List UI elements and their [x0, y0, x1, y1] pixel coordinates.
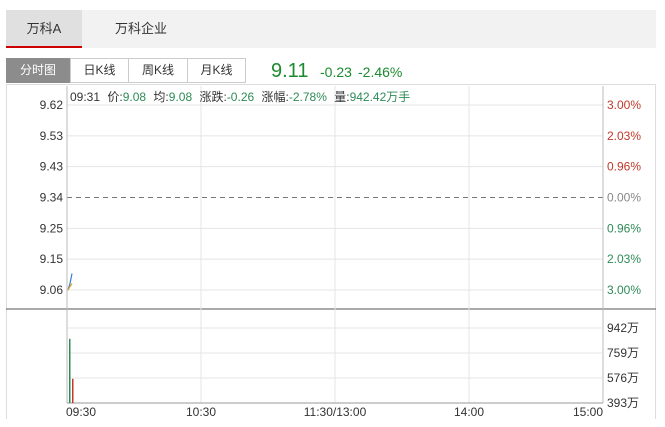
- volume-tick-label: 576万: [607, 371, 639, 385]
- time-tick-label: 15:00: [573, 405, 603, 419]
- time-tick-label: 14:00: [454, 405, 484, 419]
- info-avg-value: 9.08: [169, 90, 193, 104]
- time-tick-label: 11:30/13:00: [304, 405, 367, 419]
- info-change-label: 涨跌:: [199, 89, 226, 104]
- info-pct-label: 涨幅:: [262, 89, 289, 104]
- chart-grid: [6, 86, 656, 404]
- info-volume-label: 量:: [334, 90, 349, 104]
- info-avg-label: 均:: [153, 90, 168, 104]
- volume-axis: 942万 759万 576万 393万: [607, 321, 639, 410]
- info-pct-value: -2.78%: [289, 90, 327, 104]
- pct-tick-label: 3.00%: [607, 98, 641, 112]
- info-price-value: 9.08: [123, 90, 147, 104]
- volume-bar: [72, 378, 74, 403]
- volume-bar: [69, 338, 71, 403]
- pct-tick-label: 3.00%: [607, 283, 641, 297]
- pct-tick-label: 0.00%: [607, 191, 641, 205]
- time-tick-label: 10:30: [186, 405, 216, 419]
- info-volume-value: 942.42万手: [350, 90, 411, 104]
- info-time: 09:31: [70, 90, 100, 104]
- pct-axis: 3.00% 2.03% 0.96% 0.00% 0.96% 2.03% 3.00%: [607, 98, 641, 297]
- volume-bars: [69, 338, 74, 403]
- pct-tick-label: 2.03%: [607, 252, 641, 266]
- time-tick-label: 09:30: [66, 405, 96, 419]
- info-bar: 09:31 价:9.08 均:9.08 涨跌:-0.26 涨幅:-2.78% 量…: [70, 89, 410, 104]
- pct-tick-label: 0.96%: [607, 221, 641, 235]
- volume-tick-label: 759万: [607, 346, 639, 360]
- price-tick-label: 9.43: [40, 160, 64, 174]
- price-tick-label: 9.34: [40, 191, 64, 205]
- price-axis: 9.62 9.53 9.43 9.34 9.25 9.15 9.06: [40, 98, 64, 297]
- price-tick-label: 9.15: [40, 252, 64, 266]
- pct-tick-label: 2.03%: [607, 129, 641, 143]
- info-change-value: -0.26: [227, 90, 255, 104]
- info-price-label: 价:: [107, 90, 122, 104]
- price-tick-label: 9.53: [40, 129, 64, 143]
- time-axis: 09:30 10:30 11:30/13:00 14:00 15:00: [66, 405, 603, 419]
- volume-tick-label: 393万: [607, 396, 639, 410]
- intraday-chart: 9.62 9.53 9.43 9.34 9.25 9.15 9.06 3.00% 2.03% 0…: [6, 86, 656, 419]
- price-tick-label: 9.25: [40, 221, 64, 235]
- price-series: [67, 273, 73, 291]
- price-tick-label: 9.62: [40, 98, 64, 112]
- volume-tick-label: 942万: [607, 321, 639, 335]
- pct-tick-label: 0.96%: [607, 160, 641, 174]
- price-tick-label: 9.06: [40, 283, 64, 297]
